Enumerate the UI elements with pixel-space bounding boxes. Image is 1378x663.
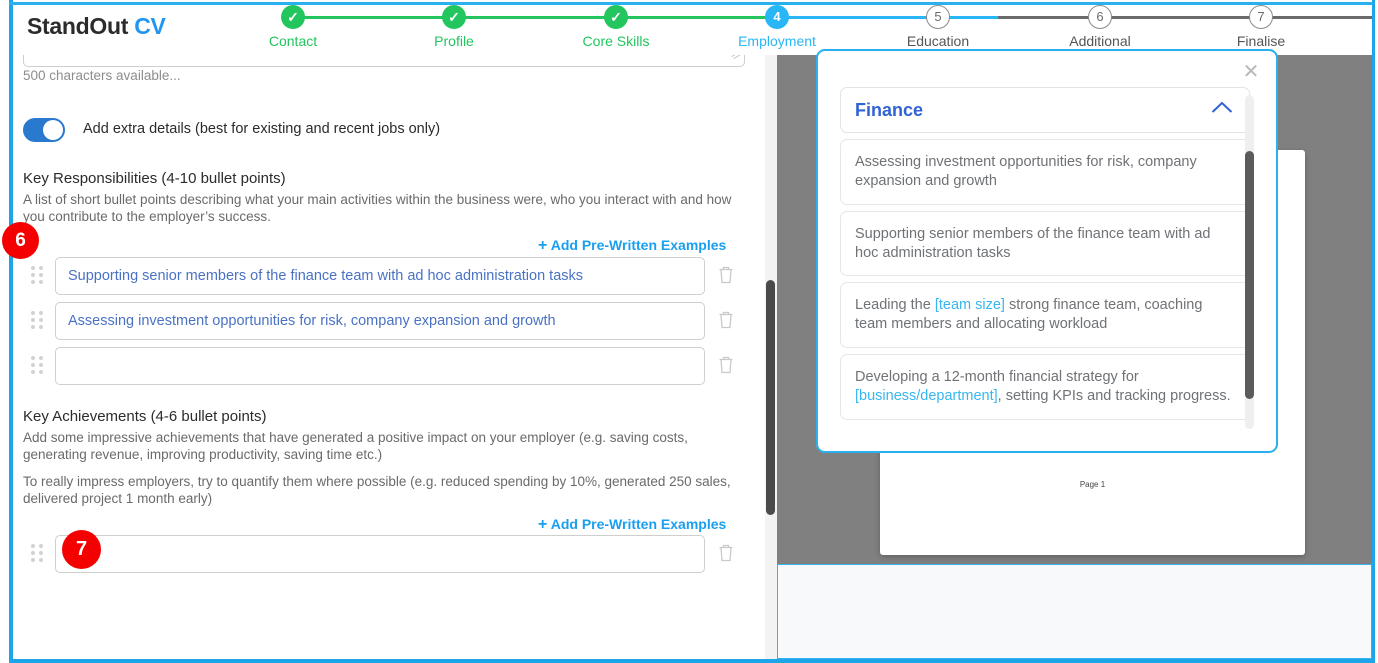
- category-label: Finance: [855, 99, 924, 120]
- step-bubble: 5: [926, 5, 950, 29]
- accent-border-bottom: [9, 659, 1373, 663]
- step-label: Employment: [738, 33, 816, 49]
- accent-border-right: [1372, 0, 1375, 663]
- example-text: Assessing investment opportunities for r…: [855, 154, 1197, 189]
- key-achievements-help-1: Add some impressive achievements that ha…: [23, 430, 688, 463]
- responsibility-row: [23, 347, 745, 385]
- step-contact[interactable]: ✓ Contact: [233, 5, 353, 49]
- example-placeholder-token: [business/department]: [855, 387, 998, 404]
- step-label: Core Skills: [582, 33, 650, 49]
- add-prewritten-examples-responsibilities[interactable]: + Add Pre-Written Examples: [538, 237, 726, 255]
- step-label: Additional: [1069, 33, 1131, 49]
- brand-suffix: CV: [134, 13, 166, 39]
- step-education[interactable]: 5 Education: [878, 5, 998, 49]
- example-option[interactable]: Leading the [team size] strong finance t…: [840, 282, 1250, 349]
- track-segment-complete: [293, 16, 778, 19]
- job-description-textarea[interactable]: ///: [23, 55, 745, 67]
- step-core-skills[interactable]: ✓ Core Skills: [556, 5, 676, 49]
- chevron-up-icon[interactable]: [1211, 101, 1233, 119]
- delete-icon[interactable]: [717, 265, 737, 287]
- annotation-badge-6: 6: [2, 222, 39, 259]
- add-examples-label: Add Pre-Written Examples: [550, 237, 727, 253]
- step-label: Contact: [268, 33, 318, 49]
- responsibility-input[interactable]: [55, 347, 705, 385]
- app-root: Page 1 /// 500 characters available... A…: [0, 0, 1378, 663]
- brand-logo: StandOut CV: [27, 13, 166, 40]
- example-text-pre: Developing a 12-month financial strategy…: [855, 369, 1139, 386]
- example-placeholder-token: [team size]: [934, 297, 1005, 314]
- step-bubble: ✓: [604, 5, 628, 29]
- step-label: Education: [906, 33, 970, 49]
- drag-handle-icon[interactable]: [31, 544, 43, 564]
- example-option[interactable]: Developing a 12-month financial strategy…: [840, 354, 1250, 420]
- extra-details-toggle[interactable]: [23, 118, 65, 142]
- resize-handle-icon[interactable]: ///: [727, 55, 741, 62]
- step-bubble: 6: [1088, 5, 1112, 29]
- delete-icon[interactable]: [717, 355, 737, 377]
- achievement-row: [23, 535, 745, 573]
- prewritten-examples-modal: ✕ Finance Assessing investment opportuni…: [816, 49, 1278, 453]
- responsibility-input[interactable]: Supporting senior members of the finance…: [55, 257, 705, 295]
- window-frame-left: [0, 0, 9, 663]
- accent-border-top: [9, 2, 1373, 5]
- drag-handle-icon[interactable]: [31, 356, 43, 376]
- responsibility-row: Supporting senior members of the finance…: [23, 257, 745, 295]
- toggle-knob: [43, 120, 63, 140]
- responsibility-row: Assessing investment opportunities for r…: [23, 302, 745, 340]
- step-additional[interactable]: 6 Additional: [1040, 5, 1160, 49]
- key-achievements-help-2: To really impress employers, try to quan…: [23, 474, 731, 507]
- page-scrollbar-thumb[interactable]: [766, 280, 775, 515]
- add-examples-label: Add Pre-Written Examples: [550, 516, 727, 532]
- example-text-post: , setting KPIs and tracking progress.: [997, 387, 1231, 404]
- app-header: StandOut CV ✓ Contact ✓ Profile ✓ Core S…: [13, 5, 1378, 55]
- add-prewritten-examples-achievements[interactable]: + Add Pre-Written Examples: [538, 516, 726, 534]
- delete-icon[interactable]: [717, 310, 737, 332]
- category-header-finance[interactable]: Finance: [840, 87, 1250, 133]
- step-profile[interactable]: ✓ Profile: [394, 5, 514, 49]
- close-icon[interactable]: ✕: [1241, 62, 1261, 83]
- key-achievements-title: Key Achievements (4-6 bullet points): [23, 408, 267, 425]
- step-bubble: 7: [1249, 5, 1273, 29]
- employment-form-column: /// 500 characters available... Add extr…: [13, 55, 768, 663]
- achievement-input[interactable]: [55, 535, 705, 573]
- annotation-badge-7: 7: [62, 530, 101, 569]
- progress-steps: ✓ Contact ✓ Profile ✓ Core Skills 4 Empl…: [238, 5, 1378, 55]
- plus-icon: +: [538, 516, 548, 533]
- drag-handle-icon[interactable]: [31, 266, 43, 286]
- key-responsibilities-title: Key Responsibilities (4-10 bullet points…: [23, 170, 286, 187]
- plus-icon: +: [538, 237, 548, 254]
- step-label: Profile: [434, 33, 474, 49]
- step-bubble: ✓: [442, 5, 466, 29]
- example-option[interactable]: Assessing investment opportunities for r…: [840, 139, 1250, 205]
- example-text-pre: Leading the: [855, 297, 935, 314]
- step-label: Finalise: [1236, 33, 1286, 49]
- step-bubble: ✓: [281, 5, 305, 29]
- extra-details-toggle-label: Add extra details (best for existing and…: [83, 121, 441, 137]
- modal-scrollbar-thumb[interactable]: [1245, 151, 1254, 399]
- step-finalise[interactable]: 7 Finalise: [1201, 5, 1321, 49]
- step-bubble: 4: [765, 5, 789, 29]
- example-option[interactable]: Supporting senior members of the finance…: [840, 210, 1250, 277]
- responsibility-input[interactable]: Assessing investment opportunities for r…: [55, 302, 705, 340]
- brand-name: StandOut: [27, 13, 129, 39]
- example-text: Supporting senior members of the finance…: [855, 225, 1211, 261]
- character-count-text: 500 characters available...: [23, 68, 181, 83]
- accent-border-left: [9, 0, 13, 663]
- modal-example-list: Finance Assessing investment opportuniti…: [840, 87, 1258, 439]
- page-number-label: Page 1: [1079, 480, 1106, 489]
- key-responsibilities-help: A list of short bullet points describing…: [23, 192, 732, 225]
- step-employment[interactable]: 4 Employment: [717, 5, 837, 49]
- cv-style-toolbar: [777, 564, 1372, 659]
- drag-handle-icon[interactable]: [31, 311, 43, 331]
- delete-icon[interactable]: [717, 543, 737, 565]
